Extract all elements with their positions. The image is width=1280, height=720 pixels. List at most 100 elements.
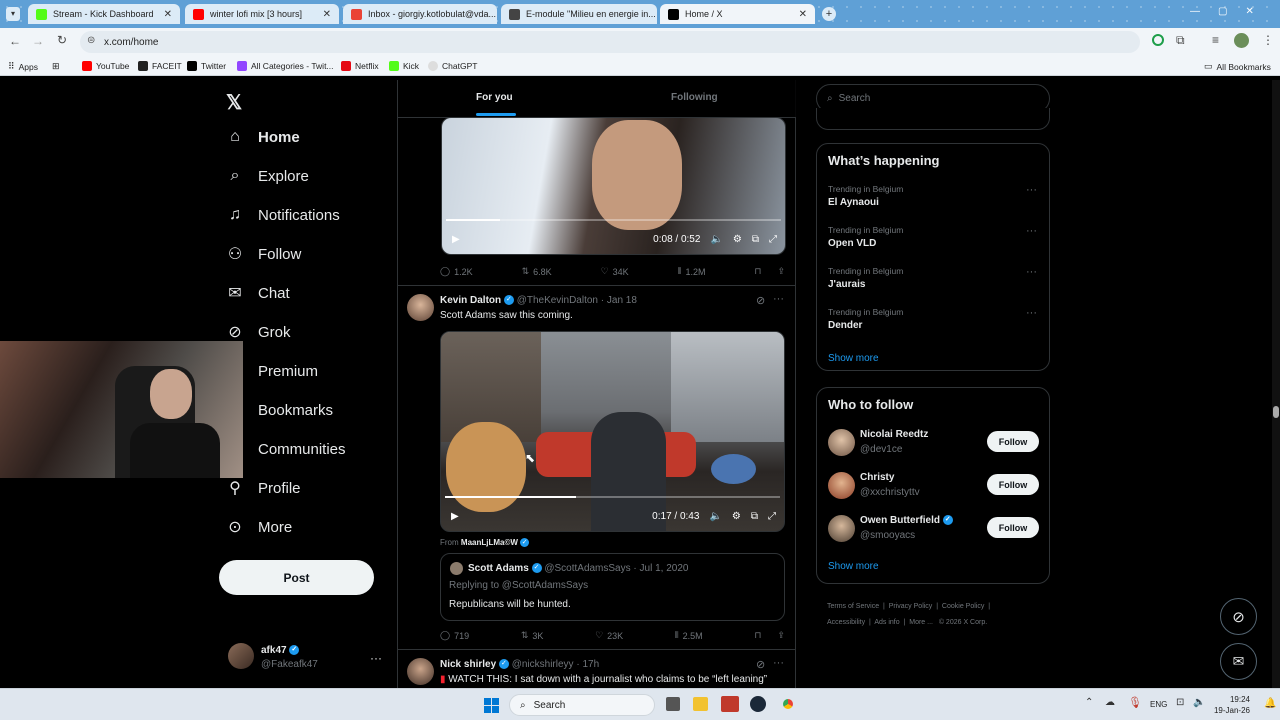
bookmark-kick[interactable]: Kick — [389, 61, 419, 71]
post-button[interactable]: Post — [219, 560, 374, 595]
nav-chat[interactable]: ✉ Chat — [226, 284, 289, 303]
user-avatar[interactable] — [828, 472, 855, 499]
quoted-post[interactable]: Scott Adams ✓ @ScottAdamsSays · Jul 1, 2… — [440, 553, 785, 621]
tray-chevron-icon[interactable]: ⌃ — [1085, 697, 1093, 708]
like-button[interactable]: ♡ 34K — [601, 266, 629, 277]
extension-icon[interactable] — [1152, 34, 1164, 46]
nav-grok[interactable]: ⊘ Grok — [226, 323, 290, 342]
kebab-menu-icon[interactable]: ⋮ — [1262, 33, 1274, 47]
task-view-icon[interactable] — [666, 697, 680, 711]
tab-search-icon[interactable]: ▾ — [6, 7, 20, 21]
author-name[interactable]: Kevin Dalton — [440, 295, 501, 306]
footer-link[interactable]: More ... — [909, 619, 933, 626]
account-avatar[interactable] — [228, 643, 254, 669]
bookmark-post-button[interactable]: ⊓ ⇪ — [754, 630, 785, 641]
trend-item[interactable]: Trending in Belgium J'aurais — [828, 266, 903, 290]
reply-button[interactable]: ◯ 1.2K — [440, 266, 473, 277]
app-icon[interactable] — [721, 696, 739, 712]
nav-communities[interactable]: ⚉Communities — [226, 440, 346, 459]
show-more-link[interactable]: Show more — [828, 353, 879, 364]
bookmark-youtube[interactable]: YouTube — [82, 61, 129, 71]
nav-notifications[interactable]: ♫ Notifications — [226, 206, 340, 224]
footer-link[interactable]: Accessibility — [827, 619, 865, 626]
trend-more-icon[interactable]: ··· — [1026, 225, 1037, 237]
nav-explore[interactable]: ⌕ Explore — [226, 167, 309, 185]
settings-icon[interactable]: ⚙ — [732, 511, 741, 522]
address-bar[interactable]: ⊜ x.com/home — [80, 31, 1140, 53]
profile-avatar[interactable] — [1234, 33, 1249, 48]
views-button[interactable]: ⫴ 1.2M — [678, 266, 706, 277]
footer-link[interactable]: Privacy Policy — [889, 603, 933, 610]
trend-item[interactable]: Trending in Belgium El Aynaoui — [828, 184, 903, 208]
author-handle[interactable]: @TheKevinDalton — [517, 295, 598, 306]
browser-tab[interactable]: winter lofi mix [3 hours] ✕ — [185, 4, 339, 24]
back-icon[interactable]: ← — [9, 34, 21, 48]
all-bookmarks[interactable]: ▭ All Bookmarks — [1204, 61, 1271, 72]
window-controls[interactable]: —▢✕ — [1190, 6, 1272, 17]
browser-tab[interactable]: Stream - Kick Dashboard ✕ — [28, 4, 180, 24]
follow-button[interactable]: Follow — [987, 431, 1039, 452]
post-more-icon[interactable]: ··· — [773, 293, 784, 305]
tab-following[interactable]: Following — [671, 92, 718, 103]
file-explorer-icon[interactable] — [693, 697, 708, 711]
video-progress[interactable] — [446, 219, 781, 221]
follow-button[interactable]: Follow — [987, 517, 1039, 538]
taskbar-search[interactable]: ⌕ Search — [509, 694, 655, 716]
pip-icon[interactable]: ⧉ — [752, 234, 759, 245]
footer-link[interactable]: Ads info — [874, 619, 899, 626]
play-icon[interactable]: ▶ — [452, 234, 460, 245]
user-name[interactable]: Christy — [860, 472, 894, 483]
fullscreen-icon[interactable]: ⤢ — [768, 511, 776, 522]
post-video[interactable]: ▶ 0:17 / 0:43 🔈 ⚙ ⧉ ⤢ — [440, 331, 785, 532]
bookmark-apps[interactable]: ⠿ Apps — [8, 61, 38, 72]
bookmark-twitter[interactable]: Twitter — [187, 61, 226, 71]
nav-follow[interactable]: ⚇ Follow — [226, 245, 302, 264]
nav-more[interactable]: ⊙ More — [226, 518, 292, 537]
chrome-icon[interactable] — [778, 694, 798, 714]
author-avatar[interactable] — [407, 658, 434, 685]
post-video[interactable]: ▶ 0:08 / 0:52 🔈 ⚙ ⧉ ⤢ — [441, 117, 786, 255]
forward-icon[interactable]: → — [32, 34, 44, 48]
author-handle[interactable]: @nickshirleyy — [512, 659, 574, 670]
tab-for-you[interactable]: For you — [476, 92, 513, 103]
grok-post-icon[interactable]: ⊘ — [756, 294, 765, 307]
reload-icon[interactable]: ↻ — [57, 33, 67, 47]
grok-post-icon[interactable]: ⊘ — [756, 658, 765, 671]
user-name-row[interactable]: Owen Butterfield ✓ — [860, 515, 953, 526]
bookmark-post-button[interactable]: ⊓ ⇪ — [754, 266, 785, 277]
windows-start-icon[interactable] — [484, 698, 499, 713]
repost-button[interactable]: ⇅ 3K — [521, 630, 544, 641]
author-name[interactable]: Nick shirley — [440, 659, 496, 670]
video-progress[interactable] — [445, 496, 780, 498]
trend-item[interactable]: Trending in Belgium Open VLD — [828, 225, 903, 249]
bookmark-grid[interactable]: ⊞ — [52, 61, 60, 72]
like-button[interactable]: ♡ 23K — [595, 630, 623, 641]
new-tab-button[interactable]: + — [822, 7, 836, 21]
browser-tab-active[interactable]: Home / X ✕ — [660, 4, 815, 24]
show-more-link[interactable]: Show more — [828, 561, 879, 572]
bookmark-faceit[interactable]: FACEIT — [138, 61, 182, 71]
network-icon[interactable]: ⊡ — [1176, 697, 1184, 708]
settings-icon[interactable]: ⚙ — [733, 234, 742, 245]
views-button[interactable]: ⫴ 2.5M — [675, 630, 703, 641]
source-account[interactable]: MaanLjLMa©W — [461, 538, 518, 547]
site-info-icon[interactable]: ⊜ — [87, 35, 95, 46]
cloud-icon[interactable]: ☁ — [1105, 697, 1115, 708]
user-name[interactable]: Nicolai Reedtz — [860, 429, 928, 440]
author-avatar[interactable] — [407, 294, 434, 321]
footer-link[interactable]: Terms of Service — [827, 603, 879, 610]
bookmark-chatgpt[interactable]: ChatGPT — [428, 61, 477, 71]
trend-more-icon[interactable]: ··· — [1026, 266, 1037, 278]
bookmark-netflix[interactable]: Netflix — [341, 61, 379, 71]
browser-tab[interactable]: E-module "Milieu en energie in...✕ — [501, 4, 657, 24]
nav-home[interactable]: ⌂ Home — [226, 128, 300, 146]
messages-float-button[interactable]: ✉ — [1220, 643, 1257, 680]
language-indicator[interactable]: ENG — [1150, 700, 1167, 709]
play-icon[interactable]: ▶ — [451, 511, 459, 522]
scrollbar-thumb[interactable] — [1273, 406, 1279, 418]
puzzle-icon[interactable]: ⧉ — [1176, 33, 1185, 48]
notification-bell-icon[interactable]: 🔔 — [1264, 698, 1276, 709]
trend-more-icon[interactable]: ··· — [1026, 307, 1037, 319]
account-switcher[interactable]: afk47 ✓ @Fakeafk47 — [261, 645, 318, 670]
volume-icon[interactable]: 🔈 — [709, 511, 721, 522]
